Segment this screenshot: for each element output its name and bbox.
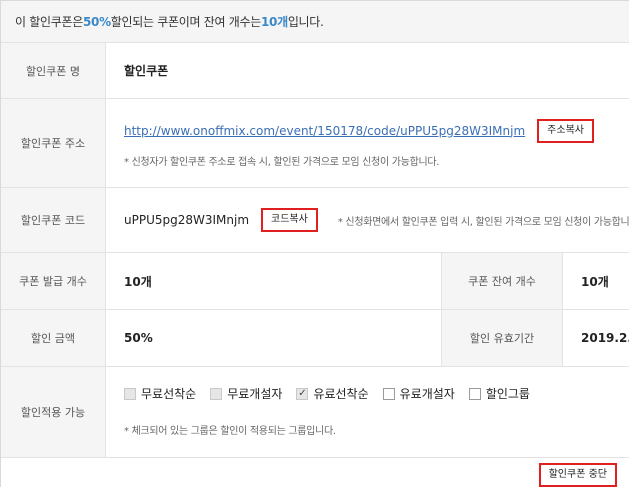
notice-middle: 할인되는 쿠폰이며 잔여 개수는 (110, 15, 261, 29)
copy-code-button[interactable]: 코드복사 (261, 208, 318, 232)
discount-amount-label: 할인 금액 (1, 310, 106, 366)
stop-coupon-button[interactable]: 할인쿠폰 중단 (538, 463, 617, 487)
empty-box-icon[interactable] (124, 387, 136, 400)
issue-count-label: 쿠폰 발급 개수 (1, 253, 106, 309)
check-mark-icon[interactable]: ✓ (296, 387, 309, 400)
copy-url-button[interactable]: 주소복사 (537, 118, 594, 143)
apply-groups-label: 할인적용 가능 (1, 367, 106, 457)
checkbox-label: 할인그룹 (485, 387, 530, 401)
remaining-count-value: 10개 (581, 274, 609, 289)
coupon-code-cell: uPPU5pg28W3IMnjm 코드복사 * 신청화면에서 할인쿠폰 입력 시… (106, 188, 629, 252)
apply-groups-cell: 무료선착순 무료개설자 ✓ 유료선착순 유료개설자 할인그룹 * 체크되어 있는… (106, 367, 629, 457)
coupon-code-row: 할인쿠폰 코드 uPPU5pg28W3IMnjm 코드복사 * 신청화면에서 할… (1, 188, 629, 253)
coupon-notice: 이 할인쿠폰은 50% 할인되는 쿠폰이며 잔여 개수는 10개 입니다. (1, 1, 629, 43)
discount-half: 50% 할인 유효기간 2019.2.2 (106, 310, 629, 366)
checkbox-label: 유료선착순 (313, 387, 369, 401)
coupon-url-row: 할인쿠폰 주소 http://www.onoffmix.com/event/15… (1, 99, 629, 188)
issue-count-value: 10개 (124, 274, 152, 289)
checkbox-label: 무료선착순 (141, 387, 197, 401)
notice-suffix: 입니다. (287, 15, 324, 29)
valid-period-label: 할인 유효기간 (441, 310, 563, 366)
footer-actions: 할인쿠폰 중단 (1, 458, 629, 492)
discount-amount-value: 50% (124, 331, 153, 345)
notice-rate: 50% (82, 14, 111, 29)
issue-count-half: 10개 쿠폰 잔여 개수 10개 (106, 253, 629, 309)
empty-box-icon[interactable] (468, 387, 481, 400)
checkbox-paid-first-come[interactable]: ✓ 유료선착순 (296, 385, 369, 402)
notice-prefix: 이 할인쿠폰은 (15, 15, 83, 29)
coupon-code-value: uPPU5pg28W3IMnjm (124, 213, 250, 227)
valid-period-value: 2019.2.2 (581, 331, 629, 345)
coupon-url-note: * 신청자가 할인쿠폰 주소로 접속 시, 할인된 가격으로 모임 신청이 가능… (124, 156, 440, 168)
coupon-name-value: 할인쿠폰 (124, 64, 169, 78)
coupon-name-label: 할인쿠폰 명 (1, 43, 106, 98)
checkbox-free-first-come[interactable]: 무료선착순 (124, 385, 196, 402)
coupon-detail-panel: 이 할인쿠폰은 50% 할인되는 쿠폰이며 잔여 개수는 10개 입니다. 할인… (0, 0, 629, 487)
apply-groups-row: 할인적용 가능 무료선착순 무료개설자 ✓ 유료선착순 유료개설자 할인그룹 *… (1, 367, 629, 458)
coupon-code-note: * 신청화면에서 할인쿠폰 입력 시, 할인된 가격으로 모임 신청이 가능합니… (337, 216, 629, 228)
coupon-count-row: 쿠폰 발급 개수 10개 쿠폰 잔여 개수 10개 (1, 253, 629, 310)
apply-groups-note: * 체크되어 있는 그룹은 할인이 적용되는 그룹입니다. (124, 426, 336, 437)
checkbox-discount-group[interactable]: 할인그룹 (468, 385, 530, 402)
coupon-url-label: 할인쿠폰 주소 (1, 99, 106, 187)
empty-box-icon[interactable] (210, 387, 223, 400)
checkbox-label: 무료개설자 (227, 387, 283, 401)
apply-groups-checkboxes: 무료선착순 무료개설자 ✓ 유료선착순 유료개설자 할인그룹 (124, 385, 544, 402)
coupon-url-link[interactable]: http://www.onoffmix.com/event/150178/cod… (124, 124, 525, 138)
coupon-code-label: 할인쿠폰 코드 (1, 188, 106, 252)
coupon-url-line: http://www.onoffmix.com/event/150178/cod… (124, 118, 594, 143)
notice-count: 10개 (260, 15, 288, 29)
discount-row: 할인 금액 50% 할인 유효기간 2019.2.2 (1, 310, 629, 367)
checkbox-paid-host[interactable]: 유료개설자 (382, 385, 455, 402)
remaining-count-label: 쿠폰 잔여 개수 (441, 253, 563, 309)
empty-box-icon[interactable] (382, 387, 395, 400)
checkbox-label: 유료개설자 (399, 387, 455, 401)
coupon-url-cell: http://www.onoffmix.com/event/150178/cod… (106, 99, 629, 187)
checkbox-free-host[interactable]: 무료개설자 (210, 385, 282, 402)
coupon-name-row: 할인쿠폰 명 할인쿠폰 (1, 43, 629, 99)
